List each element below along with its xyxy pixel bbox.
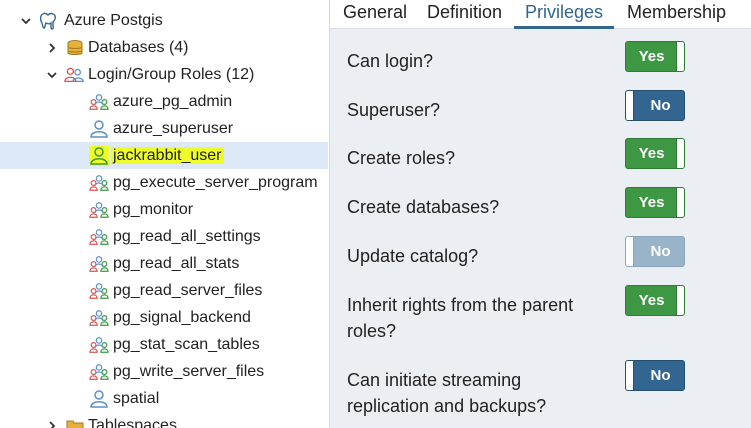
role-item[interactable]: pg_read_server_files (0, 277, 328, 304)
role-label: azure_superuser (113, 120, 234, 137)
user-role-icon (89, 389, 109, 409)
chevron-down-icon[interactable] (45, 68, 59, 82)
group-role-icon (89, 227, 109, 247)
role-item[interactable]: pg_read_all_settings (0, 223, 328, 250)
group-role-icon (89, 173, 109, 193)
create-databases-toggle[interactable]: Yes (625, 187, 685, 218)
role-item[interactable]: pg_execute_server_program (0, 169, 328, 196)
tree-node-server[interactable]: Azure Postgis (0, 7, 328, 34)
object-browser-tree: Azure Postgis Databases (4) Login/Group … (0, 0, 328, 428)
role-item[interactable]: pg_read_all_stats (0, 250, 328, 277)
tree-node-server-label: Azure Postgis (64, 12, 163, 29)
replication-label: Can initiate streaming replication and b… (347, 370, 547, 416)
role-label: spatial (113, 390, 160, 407)
postgresql-elephant-icon (38, 11, 58, 31)
tab-privileges[interactable]: Privileges (514, 0, 614, 29)
group-roles-icon (64, 65, 84, 85)
group-role-icon (89, 200, 109, 220)
group-role-icon (89, 281, 109, 301)
role-label: pg_signal_backend (113, 309, 251, 326)
tab-bar: General Definition Privileges Membership (330, 0, 751, 29)
role-item[interactable]: spatial (0, 385, 328, 412)
chevron-right-icon[interactable] (45, 41, 59, 55)
role-item[interactable]: pg_monitor (0, 196, 328, 223)
role-item[interactable]: pg_stat_scan_tables (0, 331, 328, 358)
tree-node-login-roles-label: Login/Group Roles (12) (88, 66, 255, 83)
can-login-label: Can login? (347, 51, 434, 71)
role-label: azure_pg_admin (113, 93, 233, 110)
user-role-icon (89, 146, 109, 166)
role-item[interactable]: azure_superuser (0, 115, 328, 142)
tree-node-databases-label: Databases (4) (88, 39, 189, 56)
can-login-toggle[interactable]: Yes (625, 41, 685, 72)
tree-node-databases[interactable]: Databases (4) (0, 34, 328, 61)
inherit-rights-label: Inherit rights from the parent roles? (347, 295, 574, 341)
superuser-toggle[interactable]: No (625, 90, 685, 121)
create-roles-label: Create roles? (347, 148, 456, 168)
replication-toggle[interactable]: No (625, 360, 685, 391)
user-role-icon (89, 119, 109, 139)
create-roles-toggle[interactable]: Yes (625, 138, 685, 169)
group-role-icon (89, 335, 109, 355)
tree-node-tablespaces[interactable]: Tablespaces (0, 412, 328, 428)
inherit-rights-toggle[interactable]: Yes (625, 285, 685, 316)
chevron-right-icon[interactable] (45, 419, 59, 428)
tree-node-tablespaces-label: Tablespaces (88, 417, 177, 428)
update-catalog-label: Update catalog? (347, 246, 479, 266)
chevron-down-icon[interactable] (19, 14, 33, 28)
role-label: pg_write_server_files (113, 363, 265, 380)
group-role-icon (89, 308, 109, 328)
role-item[interactable]: pg_signal_backend (0, 304, 328, 331)
group-role-icon (89, 362, 109, 382)
group-role-icon (89, 92, 109, 112)
database-icon (65, 38, 85, 58)
role-label: pg_read_all_stats (113, 255, 240, 272)
role-label: pg_read_all_settings (113, 228, 261, 245)
role-item[interactable]: azure_pg_admin (0, 88, 328, 115)
role-label: pg_execute_server_program (113, 174, 318, 191)
tab-definition[interactable]: Definition (427, 0, 502, 29)
group-role-icon (89, 254, 109, 274)
role-label: jackrabbit_user (111, 147, 224, 164)
tab-general[interactable]: General (343, 0, 407, 29)
role-label: pg_read_server_files (113, 282, 263, 299)
folder-icon (65, 416, 85, 428)
update-catalog-toggle: No (625, 236, 685, 267)
role-label: pg_stat_scan_tables (113, 336, 260, 353)
tab-membership[interactable]: Membership (627, 0, 726, 29)
role-properties-panel: General Definition Privileges Membership… (329, 0, 751, 428)
create-databases-label: Create databases? (347, 197, 500, 217)
superuser-label: Superuser? (347, 100, 441, 120)
tree-node-login-roles[interactable]: Login/Group Roles (12) (0, 61, 328, 88)
role-item[interactable]: pg_write_server_files (0, 358, 328, 385)
role-item-selected[interactable]: jackrabbit_user (0, 142, 328, 169)
role-label: pg_monitor (113, 201, 194, 218)
